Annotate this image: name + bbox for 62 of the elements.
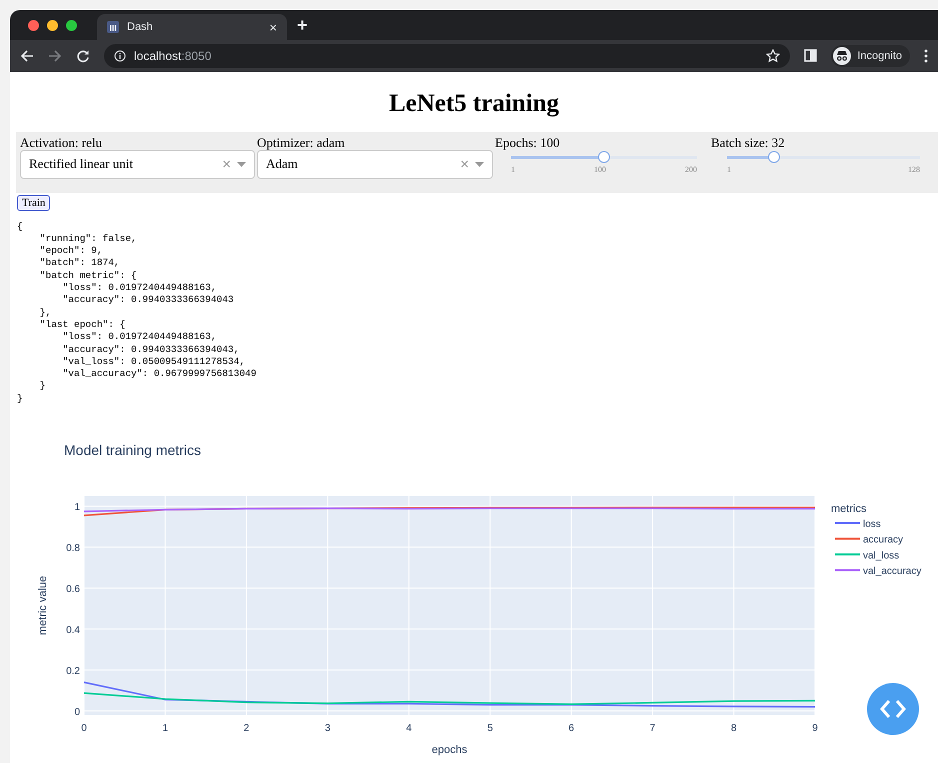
back-icon[interactable]	[20, 48, 34, 63]
page-title: LeNet5 training	[388, 90, 560, 118]
chart-title: Model training metrics	[64, 442, 201, 458]
dropdown[interactable]: Adam ×	[257, 150, 493, 179]
y-tick-label: 0.4	[66, 625, 80, 636]
legend-swatch	[835, 553, 860, 556]
x-tick-label: 8	[731, 723, 737, 734]
address-bar[interactable]: localhost:8050	[104, 44, 790, 68]
window-controls[interactable]	[28, 20, 77, 31]
legend-label[interactable]: val_accuracy	[863, 566, 922, 578]
slider-mark: 128	[908, 164, 920, 174]
x-tick-label: 5	[487, 723, 493, 734]
forward-icon[interactable]	[48, 48, 62, 63]
slider-mark: 100	[594, 164, 606, 174]
slider-handle[interactable]	[598, 150, 610, 163]
x-tick-label: 2	[244, 723, 250, 734]
slider-mark: 1	[511, 164, 515, 174]
slider-handle[interactable]	[768, 150, 780, 163]
caret-icon	[475, 162, 484, 167]
x-axis-title: epochs	[432, 744, 468, 756]
code-icon	[880, 698, 906, 719]
browser-tab[interactable]: Dash ×	[97, 14, 287, 40]
bar-chart-icon	[107, 21, 119, 34]
dropdown[interactable]: Rectified linear unit ×	[20, 150, 255, 179]
info-icon	[114, 50, 126, 62]
status-output: { "running": false, "epoch": 9, "batch": 1874, "batch metric": { "loss": 0.0197240449488163, "accuracy": 0.9940333366394043 }, "last epoch": { "loss": 0.0197240449488163, "accuracy": 0.9940333366394043, "val_loss": 0.05009549111278534, "val_accuracy": 0.9679999756813049 } }	[17, 220, 258, 405]
x-tick-label: 6	[568, 723, 574, 734]
legend-label[interactable]: loss	[863, 519, 881, 530]
tab-title: Dash	[127, 21, 154, 34]
legend-title: metrics	[831, 503, 866, 515]
y-axis-title: metric value	[37, 576, 49, 636]
slider-label: Epochs: 100	[495, 136, 561, 150]
reload-icon[interactable]	[76, 48, 90, 63]
incognito-icon	[833, 46, 852, 65]
menu-icon[interactable]	[924, 48, 928, 63]
slider-label: Batch size: 32	[711, 136, 786, 150]
x-tick-label: 1	[162, 723, 168, 734]
legend-swatch	[835, 538, 860, 540]
legend-label[interactable]: accuracy	[863, 534, 904, 546]
legend-swatch	[835, 569, 860, 572]
legend-label[interactable]: val_loss	[863, 550, 900, 562]
x-tick-label: 9	[812, 723, 818, 734]
caret-icon	[237, 162, 246, 167]
dropdown-label: Activation: relu	[20, 136, 103, 150]
y-tick-label: 0.8	[66, 543, 80, 554]
y-tick-label: 0.2	[66, 666, 80, 677]
y-tick-label: 0.6	[66, 584, 80, 596]
x-tick-label: 0	[81, 723, 87, 734]
slider-mark: 200	[685, 164, 697, 174]
incognito-button[interactable]: Incognito	[831, 44, 910, 67]
x-tick-label: 4	[406, 723, 412, 734]
x-tick-label: 7	[650, 723, 656, 734]
new-tab-button[interactable]: +	[297, 14, 308, 36]
x-tick-label: 3	[324, 723, 330, 734]
close-tab-button[interactable]: ×	[269, 20, 277, 35]
star-icon[interactable]	[766, 48, 780, 63]
slider-mark: 1	[727, 164, 731, 174]
dropdown-label: Optimizer: adam	[257, 136, 346, 150]
y-tick-label: 1	[74, 502, 80, 514]
sidebar-icon[interactable]	[804, 49, 818, 62]
train-button[interactable]: Train	[17, 194, 50, 211]
y-tick-label: 0	[74, 706, 80, 718]
